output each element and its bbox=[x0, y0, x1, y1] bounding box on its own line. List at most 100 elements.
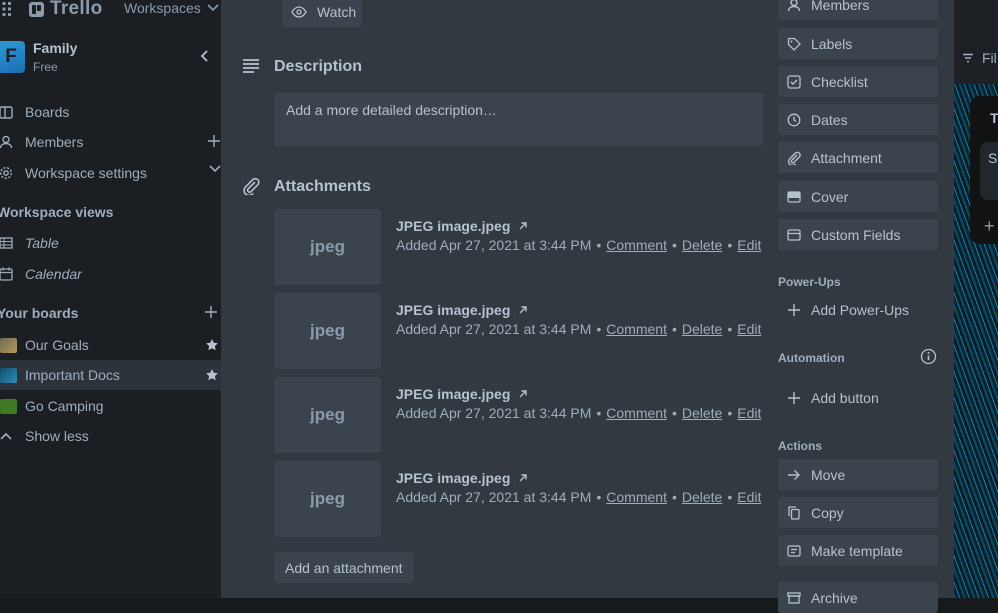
attachment-edit-link[interactable]: Edit bbox=[737, 405, 761, 421]
watch-label: Watch bbox=[317, 4, 357, 20]
clock-icon bbox=[787, 113, 801, 127]
dates-label: Dates bbox=[811, 111, 848, 128]
chevron-down-icon[interactable] bbox=[209, 165, 221, 173]
tag-icon bbox=[787, 37, 801, 51]
board-thumbnail bbox=[0, 367, 17, 383]
labels-button[interactable]: Labels bbox=[778, 28, 938, 59]
open-external-icon[interactable] bbox=[518, 389, 528, 399]
sidebar-item-workspace-settings[interactable]: Workspace settings bbox=[0, 158, 221, 188]
list-card[interactable]: S bbox=[980, 142, 998, 200]
person-icon bbox=[0, 134, 14, 150]
attachment-added: Added Apr 27, 2021 at 3:44 PM bbox=[396, 321, 592, 337]
attachment-name[interactable]: JPEG image.jpeg bbox=[396, 218, 528, 234]
labels-label: Labels bbox=[811, 35, 853, 52]
sidebar-item-label: Members bbox=[25, 134, 84, 150]
show-less-toggle[interactable]: Show less bbox=[0, 421, 221, 451]
workspace-sidebar: Trello Workspaces F Family Free Boards M… bbox=[0, 0, 221, 598]
filter-label: Fil bbox=[982, 50, 997, 66]
automation-heading: Automation bbox=[778, 351, 845, 365]
move-button[interactable]: Move bbox=[778, 459, 938, 490]
attachment-delete-link[interactable]: Delete bbox=[682, 489, 722, 505]
attachment-name[interactable]: JPEG image.jpeg bbox=[396, 386, 528, 402]
add-button-label: Add button bbox=[811, 390, 879, 406]
sidebar-item-boards[interactable]: Boards bbox=[0, 97, 221, 127]
attachment-added: Added Apr 27, 2021 at 3:44 PM bbox=[396, 405, 592, 421]
open-external-icon[interactable] bbox=[518, 305, 528, 315]
workspace-avatar[interactable]: F bbox=[0, 41, 25, 73]
plus-icon bbox=[787, 303, 801, 317]
checklist-button[interactable]: Checklist bbox=[778, 66, 938, 97]
attachment-delete-link[interactable]: Delete bbox=[682, 321, 722, 337]
copy-label: Copy bbox=[811, 504, 844, 521]
attachment-comment-link[interactable]: Comment bbox=[606, 489, 667, 505]
open-external-icon[interactable] bbox=[518, 221, 528, 231]
card-title: S bbox=[988, 150, 998, 166]
add-member-icon[interactable] bbox=[207, 134, 221, 148]
attachment-thumbnail[interactable]: jpeg bbox=[274, 377, 381, 453]
person-icon bbox=[787, 0, 801, 12]
attachment-comment-link[interactable]: Comment bbox=[606, 321, 667, 337]
your-boards-heading: Your boards bbox=[0, 305, 79, 321]
members-button[interactable]: Members bbox=[778, 0, 938, 20]
attachment-thumbnail[interactable]: jpeg bbox=[274, 293, 381, 369]
add-button-button[interactable]: Add button bbox=[778, 383, 938, 413]
list-title: T bbox=[990, 110, 998, 126]
sidebar-item-members[interactable]: Members bbox=[0, 127, 221, 157]
chevron-up-icon bbox=[0, 428, 14, 444]
add-power-ups-button[interactable]: Add Power-Ups bbox=[778, 295, 938, 325]
board-list: T S + bbox=[970, 96, 998, 244]
sidebar-board-go-camping[interactable]: Go Camping bbox=[0, 391, 221, 421]
trello-logo[interactable]: Trello bbox=[29, 0, 102, 20]
attachment-edit-link[interactable]: Edit bbox=[737, 321, 761, 337]
sidebar-board-our-goals[interactable]: Our Goals bbox=[0, 330, 221, 360]
attachment-delete-link[interactable]: Delete bbox=[682, 237, 722, 253]
open-external-icon[interactable] bbox=[518, 473, 528, 483]
attachment-button[interactable]: Attachment bbox=[778, 142, 938, 173]
attachment-comment-link[interactable]: Comment bbox=[606, 237, 667, 253]
checklist-label: Checklist bbox=[811, 73, 868, 90]
attachment-comment-link[interactable]: Comment bbox=[606, 405, 667, 421]
attachment-item: jpeg JPEG image.jpeg Added Apr 27, 2021 … bbox=[274, 209, 774, 285]
cover-icon bbox=[787, 190, 801, 204]
add-attachment-button[interactable]: Add an attachment bbox=[274, 552, 414, 583]
filter-button[interactable]: Fil bbox=[962, 50, 997, 66]
attachment-name[interactable]: JPEG image.jpeg bbox=[396, 470, 528, 486]
workspace-views-heading: Workspace views bbox=[0, 204, 114, 220]
watch-button[interactable]: Watch bbox=[282, 0, 362, 27]
chevron-down-icon bbox=[207, 4, 219, 12]
copy-icon bbox=[787, 505, 801, 520]
sidebar-item-table[interactable]: Table bbox=[0, 228, 221, 258]
attachment-item: jpeg JPEG image.jpeg Added Apr 27, 2021 … bbox=[274, 461, 774, 537]
star-icon[interactable] bbox=[205, 338, 219, 352]
calendar-icon bbox=[0, 266, 14, 282]
make-template-button[interactable]: Make template bbox=[778, 535, 938, 566]
attachment-added: Added Apr 27, 2021 at 3:44 PM bbox=[396, 237, 592, 253]
attachment-thumbnail[interactable]: jpeg bbox=[274, 461, 381, 537]
attachment-delete-link[interactable]: Delete bbox=[682, 405, 722, 421]
custom-fields-button[interactable]: Custom Fields bbox=[778, 219, 938, 250]
sidebar-board-important-docs[interactable]: Important Docs bbox=[0, 360, 221, 390]
attachment-edit-link[interactable]: Edit bbox=[737, 237, 761, 253]
attachment-name[interactable]: JPEG image.jpeg bbox=[396, 302, 528, 318]
cover-button[interactable]: Cover bbox=[778, 181, 938, 212]
attachment-edit-link[interactable]: Edit bbox=[737, 489, 761, 505]
dates-button[interactable]: Dates bbox=[778, 104, 938, 135]
star-icon[interactable] bbox=[205, 368, 219, 382]
attachment-meta: Added Apr 27, 2021 at 3:44 PM • Comment • De… bbox=[396, 405, 762, 421]
add-card-icon[interactable]: + bbox=[984, 216, 995, 237]
sidebar-item-calendar[interactable]: Calendar bbox=[0, 259, 221, 289]
board-background: Fil T S + bbox=[954, 0, 998, 598]
description-input[interactable]: Add a more detailed description… bbox=[274, 93, 763, 146]
info-icon[interactable] bbox=[920, 348, 937, 365]
attachment-item: jpeg JPEG image.jpeg Added Apr 27, 2021 … bbox=[274, 377, 774, 453]
make-template-label: Make template bbox=[811, 542, 903, 559]
power-ups-heading: Power-Ups bbox=[778, 275, 841, 289]
workspaces-menu[interactable]: Workspaces bbox=[124, 0, 219, 16]
attachment-thumbnail[interactable]: jpeg bbox=[274, 209, 381, 285]
copy-button[interactable]: Copy bbox=[778, 497, 938, 528]
collapse-sidebar-icon[interactable] bbox=[199, 49, 209, 63]
move-label: Move bbox=[811, 466, 846, 483]
add-board-icon[interactable] bbox=[204, 305, 218, 319]
card-detail-modal: Watch Description Add a more detailed de… bbox=[221, 0, 954, 613]
apps-grid-icon[interactable] bbox=[0, 1, 12, 17]
